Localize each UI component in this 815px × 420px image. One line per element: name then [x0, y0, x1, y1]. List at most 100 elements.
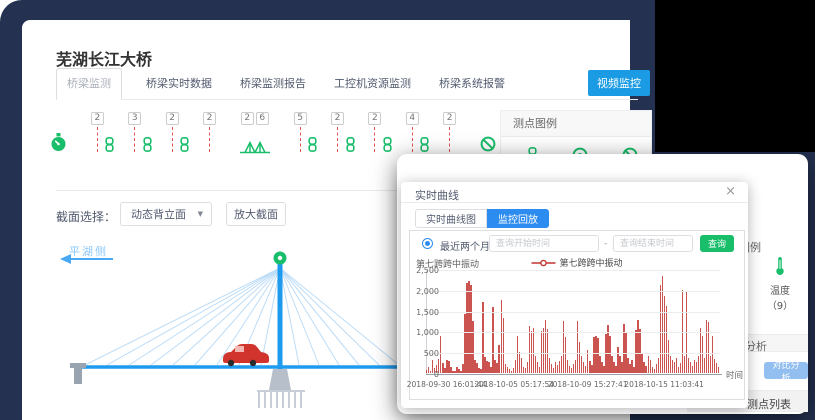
tower-pier	[269, 369, 291, 390]
red-dash-line	[412, 127, 413, 152]
radio-label: 最近两个月	[440, 238, 490, 253]
red-dash-line	[97, 127, 98, 152]
section-select-label: 截面选择：	[56, 208, 116, 225]
compare-analysis-button[interactable]: 对比分析	[764, 362, 808, 379]
sensor-count-badge: 4	[406, 112, 419, 125]
legend-series-label: 第七跨跨中振动	[559, 256, 622, 269]
sensor-count-badge: 2	[203, 112, 216, 125]
x-axis-line	[426, 374, 722, 375]
foundation-piles	[257, 391, 305, 408]
dropdown-value: 动态背立面	[131, 206, 198, 222]
temperature-point[interactable]: 温度 （9）	[757, 256, 803, 312]
gridline	[426, 332, 720, 333]
temperature-label: 温度	[757, 282, 803, 297]
left-arrow-icon	[60, 254, 113, 264]
sensor-station-3: 2	[165, 112, 179, 152]
close-icon[interactable]: ×	[725, 185, 736, 199]
red-dash-line	[337, 127, 338, 152]
link-sensor-icon[interactable]	[179, 137, 190, 156]
dialog-panel: 最近两个月 - 查询 第七跨跨中振动 第七跨跨中振动 2,5002,0001,5…	[409, 230, 745, 400]
bridge-station: 26	[240, 112, 270, 160]
link-sensor-icon[interactable]	[345, 137, 356, 156]
x-tick-label: 2018-10-15 11:03:41	[624, 380, 704, 389]
red-dash-line	[374, 127, 375, 152]
screen: 芜湖长江大桥 桥梁监测桥梁实时数据桥梁监测报告工控机资源监测桥梁系统报警 视频监…	[0, 0, 815, 420]
tab-4[interactable]: 桥梁系统报警	[435, 69, 509, 99]
disabled-sensor-icon[interactable]	[480, 136, 496, 156]
link-sensor-icon[interactable]	[382, 137, 393, 156]
gauge-icon[interactable]	[50, 133, 67, 156]
y-tick-label: 2,000	[399, 287, 439, 296]
left-abutment	[70, 363, 86, 384]
chart-legend[interactable]: 第七跨跨中振动	[531, 256, 622, 269]
tab-1[interactable]: 桥梁实时数据	[142, 69, 216, 99]
start-time-input[interactable]	[489, 235, 599, 252]
sensor-station-8: 2	[368, 112, 382, 152]
page-title: 芜湖长江大桥	[56, 46, 152, 70]
y-tick-label: 500	[399, 349, 439, 358]
enlarge-section-button[interactable]: 放大截面	[226, 202, 286, 226]
legend-panel-title: 测点图例	[501, 111, 651, 137]
sensor-station-2: 3	[128, 112, 142, 152]
range-separator: -	[604, 239, 607, 249]
y-tick-label: 1,500	[399, 308, 439, 317]
x-tick-label: 2018-10-09 15:27:41	[548, 380, 628, 389]
red-dash-line	[449, 127, 450, 152]
y-tick-label: 1,000	[399, 328, 439, 337]
x-tick-label: 2018-10-05 05:17:54	[474, 380, 554, 389]
link-sensor-icon[interactable]	[307, 137, 318, 156]
car	[223, 344, 269, 366]
x-axis-title: 时间	[726, 369, 743, 381]
black-region	[655, 0, 815, 152]
tab-3[interactable]: 工控机资源监测	[330, 69, 415, 99]
sensor-station-6: 5	[293, 112, 307, 152]
gridline	[426, 270, 720, 271]
end-time-input[interactable]	[613, 235, 693, 252]
sensor-count-badge: 3	[128, 112, 141, 125]
sensor-station-4: 2	[202, 112, 216, 152]
dialog-tab-0[interactable]: 实时曲线图	[415, 209, 487, 228]
dialog-tabs: 实时曲线图监控回放	[415, 209, 549, 228]
sensor-count-badge: 2	[368, 112, 381, 125]
dialog-tab-1[interactable]: 监控回放	[487, 209, 549, 228]
red-dash-line	[172, 127, 173, 152]
y-tick-label: 2,500	[399, 266, 439, 275]
bridge-diagram	[47, 232, 419, 420]
chart-bar	[718, 367, 719, 373]
thermometer-icon	[774, 261, 786, 280]
legend-marker-icon	[531, 259, 555, 267]
red-dash-line	[209, 127, 210, 152]
point-list-label: 测点列表	[747, 396, 791, 412]
temperature-count: （9）	[757, 297, 803, 312]
sensor-count-badge: 2	[331, 112, 344, 125]
last-two-months-radio[interactable]	[422, 238, 433, 249]
sensor-count-badge: 2	[166, 112, 179, 125]
camera-icon	[274, 252, 287, 265]
sensor-count-badge: 2	[443, 112, 456, 125]
bridge-icon[interactable]	[240, 139, 270, 160]
sensor-count-badge: 5	[294, 112, 307, 125]
gridline	[426, 291, 720, 292]
caret-down-icon: ▼	[198, 210, 203, 218]
realtime-curve-dialog: 实时曲线 × 实时曲线图监控回放 最近两个月 - 查询 第七跨跨中振动 第七跨跨…	[401, 182, 748, 408]
link-sensor-icon[interactable]	[142, 137, 153, 156]
main-tabbar: 桥梁监测桥梁实时数据桥梁监测报告工控机资源监测桥梁系统报警	[56, 70, 638, 100]
link-sensor-icon[interactable]	[104, 137, 115, 156]
section-select-dropdown[interactable]: 动态背立面 ▼	[120, 202, 212, 226]
sensor-station-10: 2	[443, 112, 457, 152]
tab-0[interactable]: 桥梁监测	[56, 68, 122, 100]
search-button[interactable]: 查询	[700, 235, 734, 252]
y-tick-label: 0	[399, 370, 439, 379]
sensor-count-badge: 2	[91, 112, 104, 125]
bar-series	[426, 270, 720, 374]
gridline	[426, 312, 720, 313]
sensor-count-badge: 6	[256, 112, 269, 125]
red-dash-line	[134, 127, 135, 152]
chart-plot-area: 2,5002,0001,5001,00050002018-09-30 16:01…	[426, 270, 720, 374]
sensor-count-badge: 2	[241, 112, 254, 125]
sensor-station-9: 4	[405, 112, 419, 152]
video-monitor-button[interactable]: 视频监控	[588, 70, 650, 96]
sensor-station-7: 2	[331, 112, 345, 152]
tab-2[interactable]: 桥梁监测报告	[236, 69, 310, 99]
dialog-title: 实时曲线	[415, 187, 459, 203]
